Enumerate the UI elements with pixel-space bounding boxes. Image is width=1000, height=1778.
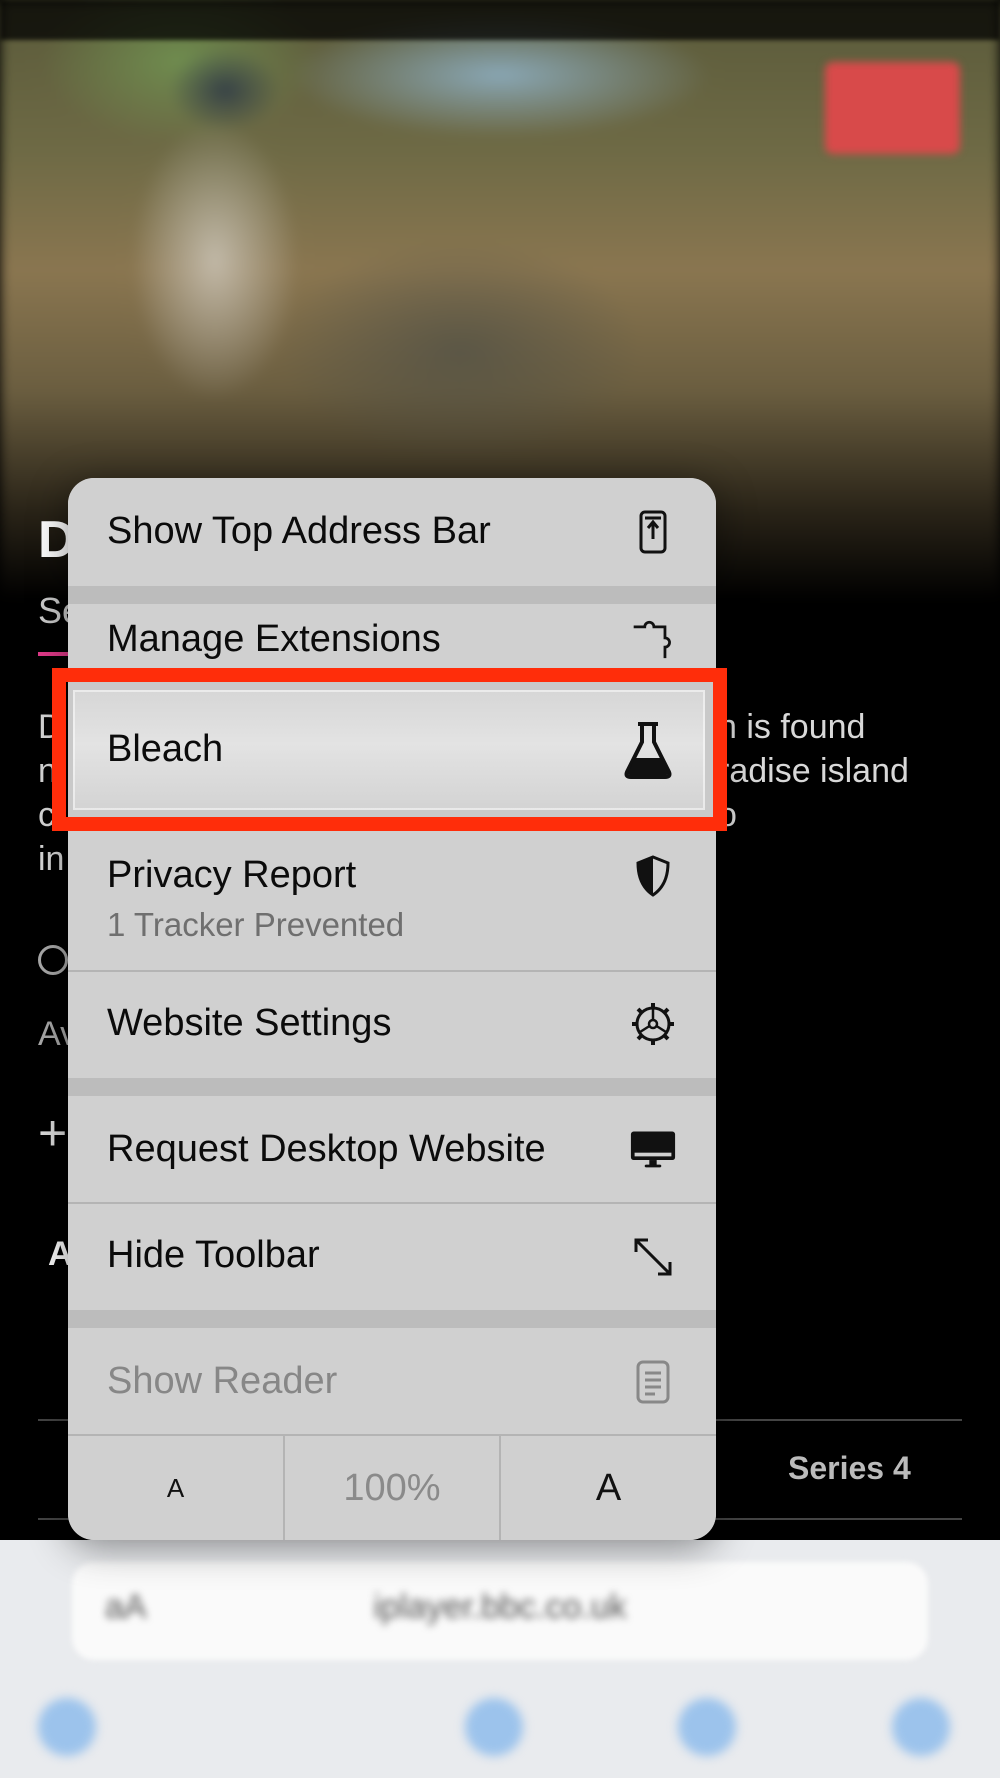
menu-item-website-settings[interactable]: Website Settings [68,972,716,1078]
menu-item-bleach[interactable]: Bleach [73,690,705,810]
page-menu: Show Top Address Bar Manage Extensions P… [68,478,716,1540]
menu-item-label: Show Reader [107,1360,338,1402]
tabs-icon[interactable] [892,1698,950,1756]
description-line: radise island [718,752,909,790]
menu-item-show-reader[interactable]: Show Reader [68,1328,716,1436]
hero-badge [825,62,960,154]
menu-separator [68,1310,716,1328]
menu-item-label: Request Desktop Website [107,1128,546,1170]
menu-separator [68,586,716,604]
menu-item-label: Hide Toolbar [107,1234,320,1276]
menu-item-label: Show Top Address Bar [107,510,491,552]
large-a-glyph: A [595,1466,622,1509]
font-size-row: A 100% A [68,1436,716,1540]
increase-font-button[interactable]: A [501,1436,716,1540]
address-bar-top-icon [630,509,676,555]
desktop-icon [630,1126,676,1172]
add-icon[interactable]: + [38,1108,67,1158]
menu-separator [68,1078,716,1096]
shield-icon [630,853,676,899]
menu-item-show-top-address-bar[interactable]: Show Top Address Bar [68,478,716,586]
menu-item-label: Bleach [107,728,224,770]
description-line: n [38,752,57,790]
menu-item-privacy-report[interactable]: Privacy Report 1 Tracker Prevented [68,830,716,970]
clock-icon [38,945,68,975]
bookmarks-icon[interactable] [678,1698,736,1756]
description-line: n is found [718,708,866,746]
share-icon[interactable] [465,1698,523,1756]
menu-item-request-desktop-website[interactable]: Request Desktop Website [68,1096,716,1202]
small-a-glyph: A [166,1472,185,1503]
menu-item-label: Manage Extensions [107,618,441,660]
menu-item-manage-extensions[interactable]: Manage Extensions [68,604,716,668]
address-text[interactable]: iplayer.bbc.co.uk [0,1588,1000,1627]
puzzle-icon [630,614,676,660]
description-line: o [718,796,737,834]
description-line: c [38,796,55,834]
back-icon[interactable] [38,1698,96,1756]
menu-item-label: Website Settings [107,1002,392,1044]
menu-item-hide-toolbar[interactable]: Hide Toolbar [68,1204,716,1310]
expand-arrows-icon [630,1234,676,1280]
menu-item-label: Privacy Report [107,854,357,896]
status-bar [0,0,1000,40]
description-line: in [38,840,65,878]
menu-item-sublabel: 1 Tracker Prevented [107,906,405,943]
zoom-reset-button[interactable]: 100% [285,1436,499,1540]
zoom-level: 100% [343,1466,441,1509]
reader-icon [630,1359,676,1405]
flask-icon [623,720,673,780]
tab-series-4[interactable]: Series 4 [788,1450,911,1487]
decrease-font-button[interactable]: A [68,1436,283,1540]
description-line: D [38,708,63,746]
gear-icon [630,1001,676,1047]
